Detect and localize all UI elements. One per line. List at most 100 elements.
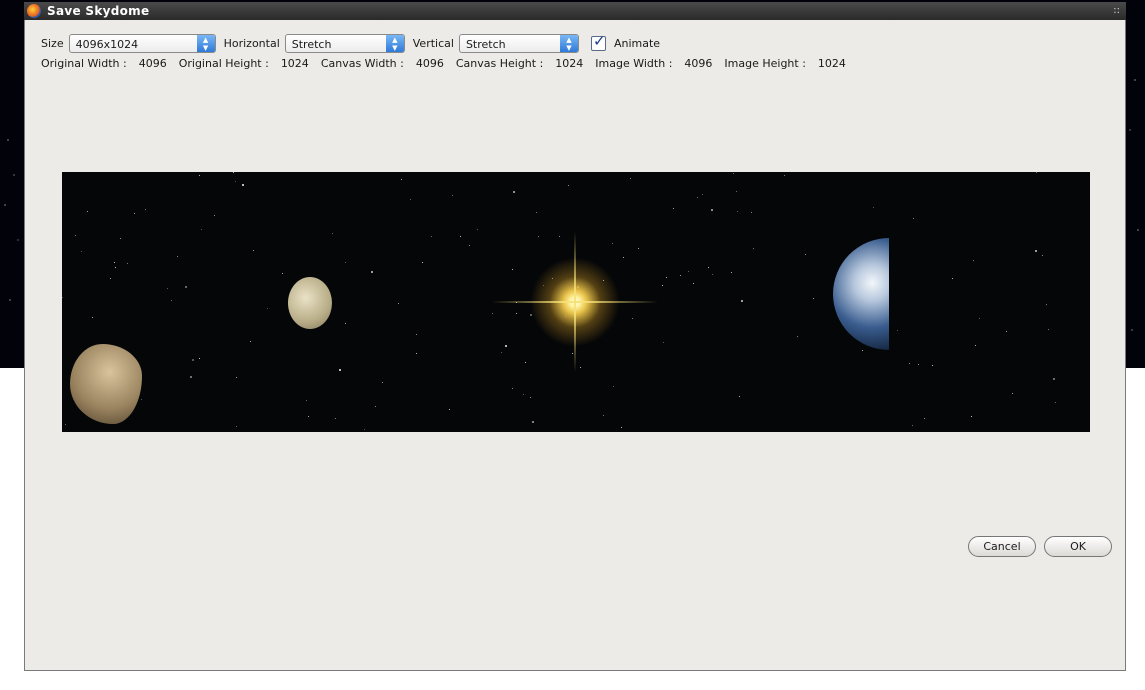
canvas-width-label: Canvas Width : (320, 57, 404, 70)
star (185, 286, 187, 288)
star (398, 303, 399, 304)
star (87, 211, 88, 212)
star (416, 353, 417, 354)
star (932, 365, 933, 366)
star (477, 229, 478, 230)
star (536, 212, 537, 213)
vertical-select-value: Stretch (465, 37, 506, 51)
star (702, 194, 703, 195)
star (492, 313, 493, 314)
window-title: Save Skydome (47, 4, 150, 18)
star (612, 243, 613, 244)
star (253, 250, 254, 251)
star (192, 359, 194, 361)
dimensions-info-row: Original Width : 4096 Original Height : … (41, 57, 858, 70)
earth-graphic (833, 238, 889, 350)
image-height-label: Image Height : (724, 57, 806, 70)
star (1046, 304, 1047, 305)
star (114, 262, 115, 263)
star (1053, 378, 1055, 380)
star (580, 367, 581, 368)
star (813, 298, 814, 299)
star (75, 235, 76, 236)
star (505, 345, 507, 347)
star (115, 267, 116, 268)
star (688, 271, 689, 272)
canvas-height-value: 1024 (555, 57, 584, 70)
star (416, 334, 417, 335)
star (630, 178, 631, 179)
star (975, 345, 976, 346)
image-height-value: 1024 (817, 57, 846, 70)
original-height-value: 1024 (280, 57, 309, 70)
star (171, 300, 172, 301)
star (680, 275, 681, 276)
skydome-preview-image (62, 172, 1090, 432)
star (1035, 250, 1037, 252)
horizontal-select[interactable]: Stretch ▲ ▼ (284, 33, 405, 53)
asteroid-graphic (70, 344, 142, 424)
star (120, 238, 121, 239)
select-arrows-icon: ▲ ▼ (385, 34, 404, 52)
star (737, 211, 738, 212)
star (1048, 329, 1049, 330)
size-select[interactable]: 4096x1024 ▲ ▼ (68, 33, 216, 53)
cancel-button[interactable]: Cancel (968, 536, 1036, 557)
star (1012, 393, 1013, 394)
star (525, 362, 526, 363)
star (401, 179, 402, 180)
star (214, 215, 215, 216)
star (375, 406, 376, 407)
star (662, 285, 663, 286)
star (797, 336, 798, 337)
star (410, 199, 411, 200)
star (632, 318, 633, 319)
star (693, 283, 694, 284)
star (568, 185, 569, 186)
star (897, 330, 898, 331)
star (501, 352, 502, 353)
star (805, 254, 806, 255)
star (712, 274, 713, 275)
star (452, 195, 453, 196)
star (731, 272, 732, 273)
star (512, 269, 513, 270)
star (110, 278, 111, 279)
star (233, 172, 234, 173)
canvas-width-value: 4096 (415, 57, 444, 70)
ok-button[interactable]: OK (1044, 536, 1112, 557)
star (912, 425, 913, 426)
star (177, 256, 178, 257)
star (201, 229, 202, 230)
star (538, 236, 539, 237)
sun-ray (574, 232, 576, 372)
vertical-select[interactable]: Stretch ▲ ▼ (458, 33, 579, 53)
select-arrows-icon: ▲ ▼ (196, 34, 215, 52)
star (308, 416, 309, 417)
image-width-value: 4096 (684, 57, 713, 70)
star (431, 236, 432, 237)
size-label: Size (41, 36, 64, 50)
save-skydome-dialog: Size 4096x1024 ▲ ▼ Horizontal Stretch ▲ ▼ … (24, 20, 1126, 671)
moon-graphic (288, 277, 332, 329)
star (572, 353, 573, 354)
star (663, 342, 664, 343)
star (242, 184, 244, 186)
canvas-height-label: Canvas Height : (455, 57, 544, 70)
star (673, 208, 674, 209)
window-grip-icon[interactable]: :: (1113, 5, 1120, 16)
window-titlebar[interactable]: Save Skydome :: (24, 2, 1126, 20)
star (250, 341, 251, 342)
star (971, 416, 972, 417)
star (1055, 402, 1056, 403)
star (127, 263, 128, 264)
star (460, 236, 461, 237)
star (697, 197, 698, 198)
star (364, 429, 365, 430)
horizontal-select-value: Stretch (291, 37, 332, 51)
star (913, 218, 914, 219)
star (516, 313, 517, 314)
size-select-value: 4096x1024 (75, 37, 139, 51)
star (733, 173, 734, 174)
animate-checkbox[interactable]: ✓ (590, 32, 606, 51)
